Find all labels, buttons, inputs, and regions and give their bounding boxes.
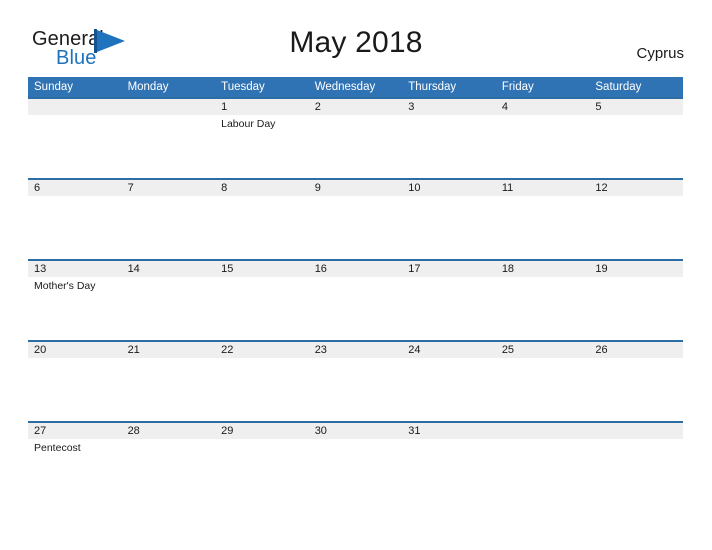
day-number: 16 [314, 263, 327, 275]
day-cell[interactable]: 19 [589, 261, 683, 340]
day-number: 18 [501, 263, 515, 275]
day-cell[interactable]: 27 Pentecost [28, 423, 122, 502]
weekday-header-friday: Friday [501, 81, 534, 93]
day-number: 17 [408, 263, 421, 275]
day-number [128, 99, 216, 115]
weekday-header-row: Sunday Monday Tuesday Wednesday Thursday… [28, 77, 683, 97]
day-number: 10 [408, 182, 421, 194]
day-number: 1 [221, 101, 228, 113]
page-header: General Blue May 2018 Cyprus [0, 0, 712, 76]
day-cell[interactable]: 22 [215, 342, 309, 421]
day-number: 29 [221, 425, 234, 437]
day-number: 28 [127, 425, 140, 437]
calendar-grid: Sunday Monday Tuesday Wednesday Thursday… [28, 77, 683, 502]
weekday-header-saturday: Saturday [595, 81, 642, 93]
day-number: 12 [595, 182, 608, 194]
day-event: Pentecost [34, 442, 81, 454]
day-cell[interactable]: 26 [589, 342, 683, 421]
day-number: 7 [127, 182, 134, 194]
day-cell[interactable]: 17 [402, 261, 496, 340]
week-row: 6 7 8 9 10 11 12 [28, 178, 683, 259]
weekday-header-wednesday: Wednesday [314, 81, 376, 93]
day-cell[interactable]: 1 Labour Day [215, 99, 309, 178]
day-number: 13 [34, 263, 47, 275]
day-event: Mother's Day [34, 280, 96, 292]
day-cell[interactable]: 8 [215, 180, 309, 259]
page-title: May 2018 [289, 26, 423, 59]
day-event: Labour Day [221, 118, 276, 130]
week-row: 27 Pentecost 28 29 30 31 [28, 421, 683, 502]
region-label: Cyprus [636, 45, 684, 62]
day-number: 26 [595, 344, 608, 356]
day-cell[interactable] [496, 423, 590, 502]
day-cell[interactable]: 15 [215, 261, 309, 340]
day-number: 14 [127, 263, 140, 275]
week-row: 20 21 22 23 24 25 26 [28, 340, 683, 421]
day-cell[interactable]: 30 [309, 423, 403, 502]
day-number: 30 [314, 425, 327, 437]
day-cell[interactable]: 3 [402, 99, 496, 178]
week-row: 13 Mother's Day 14 15 16 17 18 19 [28, 259, 683, 340]
day-cell[interactable]: 7 [122, 180, 216, 259]
day-number: 21 [127, 344, 140, 356]
day-number: 11 [501, 182, 514, 194]
day-cell[interactable]: 21 [122, 342, 216, 421]
day-number: 4 [501, 101, 508, 113]
day-cell[interactable]: 2 [309, 99, 403, 178]
day-cell[interactable]: 13 Mother's Day [28, 261, 122, 340]
day-cell[interactable]: 11 [496, 180, 590, 259]
day-cell[interactable]: 20 [28, 342, 122, 421]
day-cell[interactable]: 16 [309, 261, 403, 340]
day-cell[interactable]: 5 [589, 99, 683, 178]
week-row: 1 Labour Day 2 3 4 5 [28, 97, 683, 178]
day-number: 20 [34, 344, 47, 356]
day-number: 9 [314, 182, 321, 194]
day-cell[interactable]: 29 [215, 423, 309, 502]
day-number: 27 [34, 425, 47, 437]
day-cell[interactable]: 31 [402, 423, 496, 502]
day-cell[interactable]: 6 [28, 180, 122, 259]
day-number [502, 423, 590, 439]
day-number: 2 [314, 101, 321, 113]
calendar-page: General Blue May 2018 Cyprus Sunday Mond… [0, 0, 712, 550]
weekday-header-monday: Monday [127, 81, 169, 93]
day-cell[interactable]: 28 [122, 423, 216, 502]
day-number: 31 [408, 425, 421, 437]
day-number: 6 [34, 182, 41, 194]
day-number: 15 [221, 263, 234, 275]
day-number: 3 [408, 101, 415, 113]
day-number: 19 [595, 263, 608, 275]
day-cell[interactable]: 24 [402, 342, 496, 421]
weekday-header-sunday: Sunday [34, 81, 74, 93]
day-number: 22 [221, 344, 234, 356]
day-number: 25 [501, 344, 515, 356]
day-cell[interactable]: 4 [496, 99, 590, 178]
day-cell[interactable]: 9 [309, 180, 403, 259]
day-cell[interactable] [122, 99, 216, 178]
day-number [595, 423, 683, 439]
day-cell[interactable]: 10 [402, 180, 496, 259]
day-cell[interactable]: 12 [589, 180, 683, 259]
day-number: 8 [221, 182, 228, 194]
day-cell[interactable]: 14 [122, 261, 216, 340]
day-number [34, 99, 122, 115]
weekday-header-thursday: Thursday [408, 81, 457, 93]
weekday-header-tuesday: Tuesday [221, 81, 265, 93]
day-number: 23 [314, 344, 327, 356]
day-cell[interactable]: 23 [309, 342, 403, 421]
day-cell[interactable]: 18 [496, 261, 590, 340]
day-number: 5 [595, 101, 602, 113]
day-number: 24 [408, 344, 421, 356]
day-cell[interactable] [28, 99, 122, 178]
day-cell[interactable] [589, 423, 683, 502]
day-cell[interactable]: 25 [496, 342, 590, 421]
